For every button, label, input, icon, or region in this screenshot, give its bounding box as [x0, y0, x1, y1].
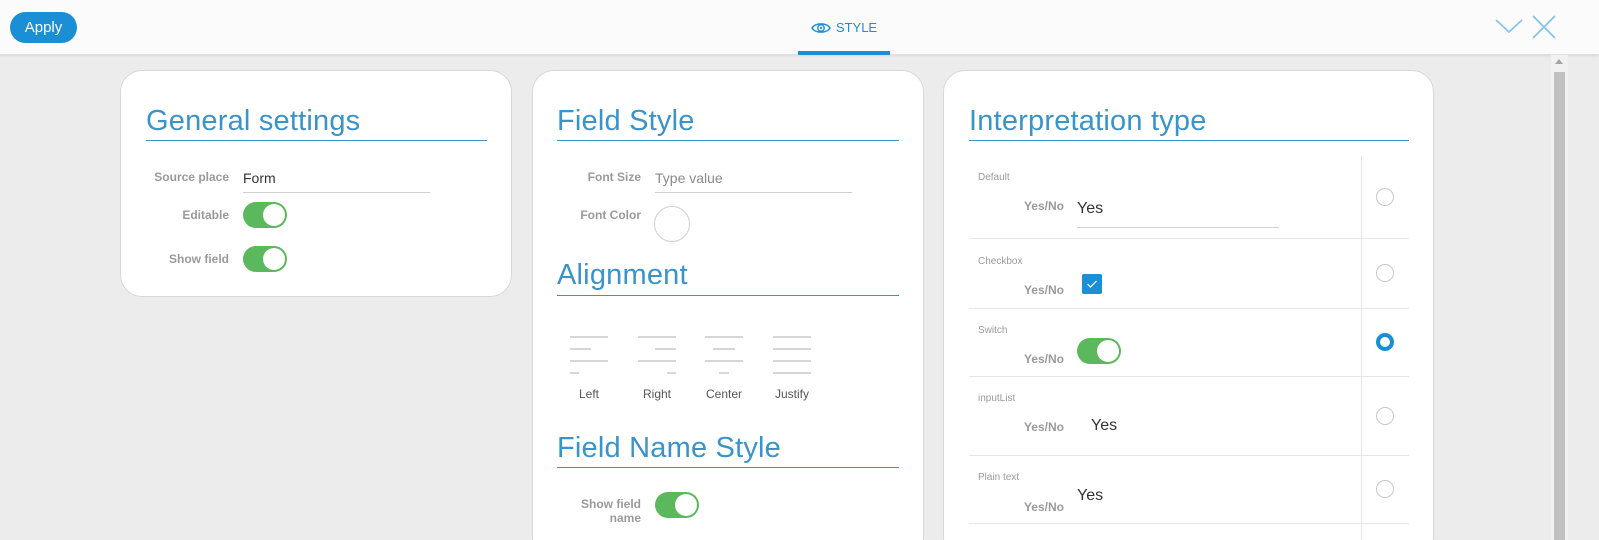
- row-default-radio[interactable]: [1376, 188, 1394, 206]
- close-icon[interactable]: [1531, 14, 1557, 40]
- align-center-label: Center: [705, 387, 743, 401]
- row-switch-name: Switch: [978, 325, 1008, 336]
- font-size-underline: [655, 192, 852, 193]
- general-settings-title: General settings: [146, 105, 361, 137]
- show-field-name-label-line1: Show field: [581, 497, 641, 511]
- row-default-name: Default: [978, 172, 1010, 183]
- align-right-icon[interactable]: [637, 335, 677, 375]
- font-size-input[interactable]: Type value: [655, 170, 723, 186]
- row-switch-toggle[interactable]: [1077, 338, 1121, 364]
- apply-button[interactable]: Apply: [10, 12, 77, 43]
- source-place-underline: [243, 192, 430, 193]
- general-settings-card: General settings Source place Form Edita…: [120, 70, 512, 297]
- title-underline: [969, 140, 1409, 141]
- font-color-picker[interactable]: [654, 206, 690, 242]
- top-toolbar: Apply STYLE: [0, 0, 1599, 55]
- align-center-icon[interactable]: [704, 335, 744, 375]
- scrollbar-thumb[interactable]: [1554, 72, 1565, 540]
- align-left-label: Left: [578, 387, 599, 401]
- title-underline: [557, 295, 899, 296]
- row-plaintext-label: Yes/No: [1023, 500, 1064, 514]
- row-separator: [969, 376, 1409, 377]
- align-justify-icon[interactable]: [772, 335, 812, 375]
- alignment-title: Alignment: [557, 259, 688, 291]
- row-inputlist-name: inputList: [978, 393, 1016, 404]
- font-color-label: Font Color: [580, 208, 641, 222]
- row-default-label: Yes/No: [1023, 199, 1064, 213]
- interpretation-type-card: Interpretation type Default Yes/No Yes C…: [943, 70, 1434, 540]
- align-right-label: Right: [642, 387, 671, 401]
- row-checkbox-radio[interactable]: [1376, 264, 1394, 282]
- interpretation-type-title: Interpretation type: [969, 105, 1207, 137]
- row-switch-label: Yes/No: [1023, 352, 1064, 366]
- tab-style[interactable]: STYLE: [798, 0, 890, 55]
- row-inputlist-radio[interactable]: [1376, 407, 1394, 425]
- scroll-up-arrow-icon[interactable]: [1555, 59, 1563, 64]
- row-separator: [969, 455, 1409, 456]
- row-checkbox-control[interactable]: [1082, 274, 1102, 294]
- row-inputlist-value[interactable]: Yes: [1091, 417, 1117, 435]
- row-plaintext-name: Plain text: [978, 472, 1020, 483]
- tab-style-label: STYLE: [835, 20, 878, 35]
- font-size-label: Font Size: [587, 170, 641, 184]
- show-field-label: Show field: [169, 252, 229, 266]
- source-place-label: Source place: [154, 170, 229, 184]
- field-style-title: Field Style: [557, 105, 695, 137]
- row-plaintext-radio[interactable]: [1376, 480, 1394, 498]
- title-underline: [557, 467, 899, 468]
- source-place-field[interactable]: Form: [243, 170, 276, 186]
- show-field-name-label-line2: name: [609, 511, 641, 525]
- show-field-toggle[interactable]: [243, 246, 287, 272]
- row-separator: [969, 238, 1409, 239]
- row-default-value[interactable]: Yes: [1077, 200, 1103, 218]
- page-scrollbar[interactable]: [1551, 55, 1568, 540]
- show-field-name-toggle[interactable]: [655, 492, 699, 518]
- column-divider: [1361, 156, 1362, 540]
- align-left-icon[interactable]: [569, 335, 609, 375]
- title-underline: [557, 140, 899, 141]
- row-plaintext-value: Yes: [1077, 487, 1104, 504]
- title-underline: [146, 140, 487, 141]
- editable-toggle[interactable]: [243, 202, 287, 228]
- field-name-style-title: Field Name Style: [557, 432, 781, 464]
- row-switch-radio[interactable]: [1376, 333, 1394, 351]
- editable-label: Editable: [182, 208, 229, 222]
- row-checkbox-label: Yes/No: [1023, 283, 1064, 297]
- eye-icon: [811, 22, 831, 33]
- row-default-underline: [1077, 227, 1279, 228]
- row-separator: [969, 523, 1409, 524]
- row-checkbox-name: Checkbox: [978, 256, 1023, 267]
- row-inputlist-label: Yes/No: [1023, 420, 1064, 434]
- row-separator: [969, 308, 1409, 309]
- align-justify-label: Justify: [774, 387, 809, 401]
- check-icon: [1087, 280, 1097, 288]
- chevron-down-icon[interactable]: [1494, 14, 1524, 38]
- field-style-card: Field Style Font Size Type value Font Co…: [532, 70, 924, 540]
